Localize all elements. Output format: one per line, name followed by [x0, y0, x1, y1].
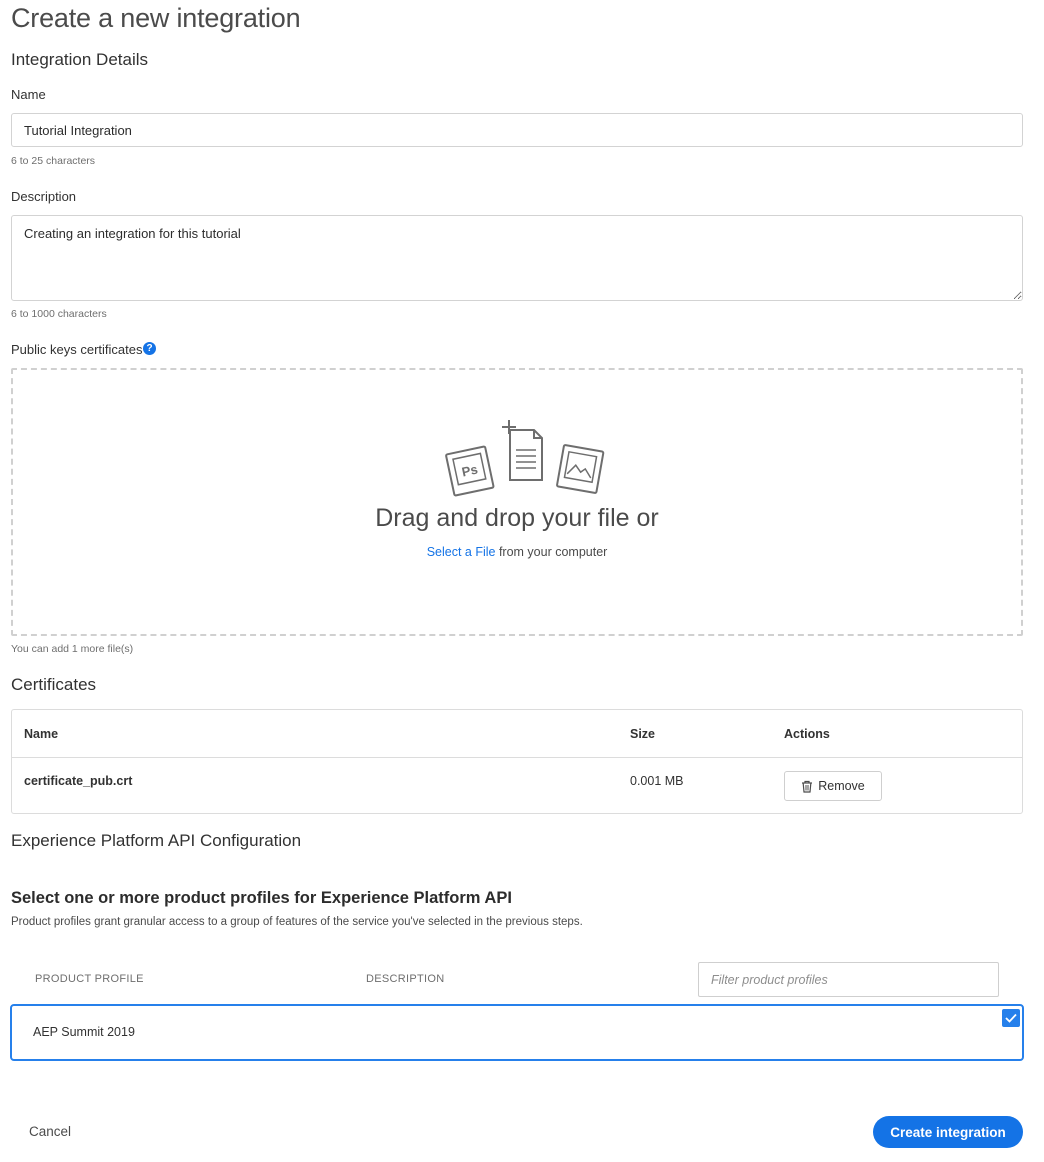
name-hint: 6 to 25 characters [11, 155, 96, 167]
image-file-icon [556, 444, 605, 494]
dropzone-subtitle: Select a File from your computer [13, 545, 1021, 559]
description-label: Description [11, 189, 77, 204]
column-header-size: Size [630, 727, 656, 741]
select-file-link[interactable]: Select a File [427, 545, 496, 559]
certificate-name: certificate_pub.crt [24, 774, 133, 788]
certificates-table: Name Size Actions certificate_pub.crt 0.… [11, 709, 1023, 814]
remove-button[interactable]: Remove [784, 771, 882, 801]
remove-button-label: Remove [818, 779, 865, 793]
table-header: Name Size Actions [12, 710, 1022, 758]
dropzone-title: Drag and drop your file or [375, 504, 659, 532]
public-keys-label: Public keys certificates [11, 342, 143, 357]
upload-illustration: Ps [445, 420, 605, 497]
profiles-heading: Select one or more product profiles for … [11, 889, 512, 907]
integration-details-heading: Integration Details [11, 50, 149, 69]
help-icon[interactable]: ? [143, 342, 156, 355]
name-field[interactable] [11, 113, 1023, 147]
file-dropzone[interactable]: Ps Drag and drop your file or Select a F… [11, 368, 1023, 636]
name-label: Name [11, 87, 46, 102]
api-config-heading: Experience Platform API Configuration [11, 831, 302, 850]
photoshop-file-icon: Ps [445, 445, 495, 497]
filter-profiles-input[interactable] [698, 962, 999, 997]
product-profile-name: AEP Summit 2019 [33, 1025, 135, 1039]
page-title: Create a new integration [11, 3, 301, 33]
certificate-size: 0.001 MB [630, 774, 684, 788]
profiles-subtitle: Product profiles grant granular access t… [11, 916, 583, 928]
column-header-name: Name [24, 727, 59, 741]
column-header-actions: Actions [784, 727, 830, 741]
cancel-button[interactable]: Cancel [29, 1124, 71, 1139]
description-field[interactable]: Creating an integration for this tutoria… [11, 215, 1023, 301]
profile-checkbox[interactable] [1002, 1009, 1020, 1027]
column-header-product-profile: PRODUCT PROFILE [35, 973, 144, 985]
product-profile-row[interactable]: AEP Summit 2019 [10, 1004, 1024, 1061]
trash-icon [802, 780, 813, 793]
create-integration-button[interactable]: Create integration [873, 1116, 1023, 1148]
select-file-suffix: from your computer [495, 545, 608, 559]
column-header-description: DESCRIPTION [366, 973, 445, 985]
certificates-heading: Certificates [11, 675, 97, 694]
checkmark-icon [1005, 1013, 1017, 1023]
description-hint: 6 to 1000 characters [11, 308, 107, 320]
document-add-icon [502, 420, 543, 481]
file-count-hint: You can add 1 more file(s) [11, 643, 134, 655]
